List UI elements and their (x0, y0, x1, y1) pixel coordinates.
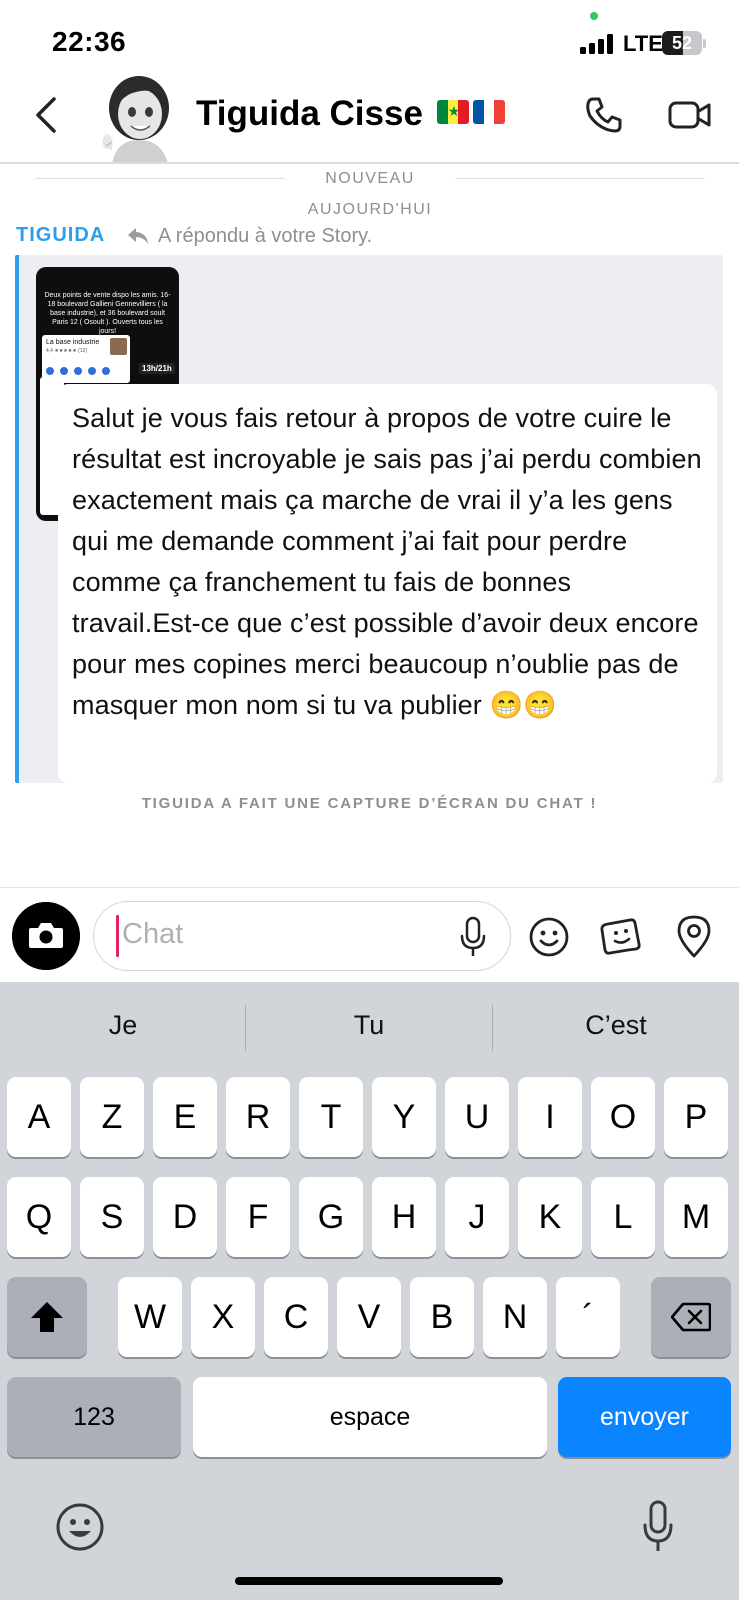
story-card-photo (110, 338, 127, 355)
delete-key[interactable] (651, 1277, 731, 1357)
key-r[interactable]: R (226, 1077, 290, 1157)
battery-icon: 52 (662, 31, 702, 55)
key-v[interactable]: V (337, 1277, 401, 1357)
key-k[interactable]: K (518, 1177, 582, 1257)
numbers-key[interactable]: 123 (7, 1377, 181, 1457)
key-o[interactable]: O (591, 1077, 655, 1157)
key-u[interactable]: U (445, 1077, 509, 1157)
key-i[interactable]: I (518, 1077, 582, 1157)
home-indicator[interactable] (235, 1577, 503, 1585)
key-h[interactable]: H (372, 1177, 436, 1257)
france-flag (473, 100, 505, 124)
chat-placeholder: Chat (122, 918, 184, 950)
status-time: 22:36 (52, 26, 127, 57)
sticker-icon[interactable] (600, 914, 644, 958)
avatar[interactable] (98, 68, 180, 164)
divider-left (35, 178, 285, 179)
send-key[interactable]: envoyer (558, 1377, 731, 1457)
keyboard-emoji-icon[interactable] (54, 1501, 106, 1553)
key-t[interactable]: T (299, 1077, 363, 1157)
suggestion-2[interactable]: Tu (246, 1010, 492, 1041)
key-p[interactable]: P (664, 1077, 728, 1157)
story-card-actions (46, 367, 126, 375)
key-w[interactable]: W (118, 1277, 182, 1357)
composer-divider (0, 887, 739, 888)
divider-right (455, 178, 705, 179)
sender-name: TIGUIDA (16, 224, 106, 246)
reply-icon (128, 228, 148, 244)
key-z[interactable]: Z (80, 1077, 144, 1157)
key-c[interactable]: C (264, 1277, 328, 1357)
message-text: Salut je vous fais retour à propos de vo… (72, 403, 702, 720)
key-e[interactable]: E (153, 1077, 217, 1157)
microphone-icon[interactable] (458, 916, 488, 958)
key-a[interactable]: A (7, 1077, 71, 1157)
date-label: AUJOURD'HUI (307, 201, 433, 218)
back-icon[interactable] (32, 95, 62, 135)
space-key[interactable]: espace (193, 1377, 547, 1457)
key-b[interactable]: B (410, 1277, 474, 1357)
story-map-card: La base industrie 4,4 ★★★★★ (12) (42, 335, 130, 383)
key-d[interactable]: D (153, 1177, 217, 1257)
suggestion-3[interactable]: C’est (493, 1010, 739, 1041)
key-l[interactable]: L (591, 1177, 655, 1257)
key-f[interactable]: F (226, 1177, 290, 1257)
location-icon[interactable] (675, 913, 713, 959)
signal-icon (580, 34, 614, 54)
text-caret (116, 915, 119, 957)
header-divider (0, 162, 739, 164)
story-hours: 13h/21h (139, 363, 175, 374)
privacy-indicator (590, 12, 598, 20)
senegal-flag: ★ (437, 100, 469, 124)
key-q[interactable]: Q (7, 1177, 71, 1257)
reply-note: A répondu à votre Story. (158, 225, 373, 247)
phone-icon[interactable] (584, 96, 622, 134)
suggestion-1[interactable]: Je (0, 1010, 246, 1041)
camera-icon[interactable] (12, 902, 80, 970)
delete-icon (671, 1302, 711, 1332)
key-g[interactable]: G (299, 1177, 363, 1257)
key-accent[interactable]: ´ (556, 1277, 620, 1357)
shift-icon (31, 1302, 63, 1332)
flags: ★ (437, 100, 505, 124)
key-n[interactable]: N (483, 1277, 547, 1357)
new-messages-label: NOUVEAU (325, 170, 415, 187)
battery-level: 52 (671, 33, 693, 53)
shift-key[interactable] (7, 1277, 87, 1357)
video-icon[interactable] (668, 98, 712, 132)
story-card-title: La base industrie (46, 339, 100, 346)
screenshot-notice: TIGUIDA A FAIT UNE CAPTURE D’ÉCRAN DU CH… (141, 795, 598, 812)
story-text: Deux points de vente dispo les amis. 16-… (44, 292, 171, 335)
key-y[interactable]: Y (372, 1077, 436, 1157)
network-label: LTE (623, 31, 663, 56)
dictation-icon[interactable] (640, 1499, 676, 1555)
story-card-rating: 4,4 ★★★★★ (12) (46, 348, 88, 354)
emoji-icon[interactable] (528, 916, 570, 958)
key-x[interactable]: X (191, 1277, 255, 1357)
contact-name[interactable]: Tiguida Cisse (196, 94, 423, 134)
battery-tip (703, 39, 706, 48)
key-j[interactable]: J (445, 1177, 509, 1257)
key-m[interactable]: M (664, 1177, 728, 1257)
key-s[interactable]: S (80, 1177, 144, 1257)
message-bubble[interactable]: Salut je vous fais retour à propos de vo… (58, 384, 717, 783)
